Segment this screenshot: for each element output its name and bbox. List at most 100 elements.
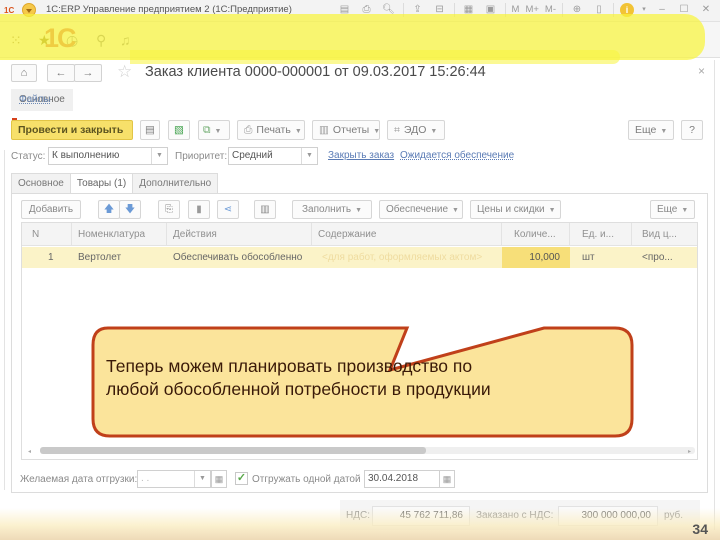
column-header-actions[interactable]: Действия xyxy=(167,223,312,246)
add-row-button[interactable]: Добавить xyxy=(21,200,81,219)
section-panel: ⁙ ★ ◷ ⚲ ♫ xyxy=(0,22,720,58)
cell-price-type[interactable]: <про... xyxy=(632,247,698,268)
memory-plus-button[interactable]: M+ xyxy=(525,2,538,18)
more-button[interactable]: Еще ▼ xyxy=(628,120,674,140)
arrow-up-icon: 🡅 xyxy=(103,204,115,215)
home-button[interactable]: ⌂ xyxy=(11,64,37,82)
memory-m-button[interactable]: M xyxy=(512,2,520,18)
priority-select[interactable]: Средний ▼ xyxy=(228,147,318,165)
ship-one-date-label[interactable]: Отгружать одной датой xyxy=(252,474,361,485)
post-document-icon: ▧ xyxy=(174,124,184,136)
floppy-icon: ▤ xyxy=(145,124,155,136)
print-icon[interactable]: ⎙ xyxy=(359,2,375,18)
ordered-with-vat-value: 300 000 000,00 xyxy=(558,506,658,526)
preview-icon[interactable]: 🔍︎ xyxy=(381,2,397,18)
desired-date-calendar-button[interactable]: ▦ xyxy=(211,470,227,488)
window-title: 1С:ERP Управление предприятием 2 (1С:Пре… xyxy=(46,4,292,15)
status-select[interactable]: К выполнению ▼ xyxy=(48,147,168,165)
form-tab-files[interactable]: Файлы xyxy=(11,89,59,111)
create-based-on-button[interactable]: ⧉ ▼ xyxy=(198,120,230,140)
calendar-icon[interactable]: ▣ xyxy=(483,2,499,18)
chevron-down-icon[interactable]: ▼ xyxy=(194,471,210,487)
notifications-bell-icon[interactable]: ♫ xyxy=(120,33,131,47)
move-down-button[interactable]: 🡇 xyxy=(119,200,141,219)
zoom-in-icon[interactable]: ⊕ xyxy=(569,2,585,18)
close-window-icon[interactable]: ✕ xyxy=(698,2,714,18)
paste-button[interactable]: ▮ xyxy=(188,200,210,219)
ship-date-calendar-button[interactable]: ▦ xyxy=(439,470,455,488)
cell-quantity[interactable]: 10,000 xyxy=(502,247,570,268)
cell-item[interactable]: Вертолет xyxy=(72,247,167,268)
vat-label: НДС: xyxy=(346,510,370,521)
ship-one-date-checkbox[interactable]: ✓ xyxy=(235,472,248,485)
column-header-quantity[interactable]: Количе... xyxy=(502,223,570,246)
post-button[interactable]: ▧ xyxy=(168,120,190,140)
close-order-link[interactable]: Закрыть заказ xyxy=(328,150,394,161)
tab-additional[interactable]: Дополнительно xyxy=(132,173,219,193)
chevron-down-icon: ▼ xyxy=(660,128,668,135)
scroll-left-icon[interactable]: ◂ xyxy=(28,448,31,455)
upload-icon[interactable]: ⇪ xyxy=(410,2,426,18)
chevron-down-icon: ▼ xyxy=(548,207,556,214)
chevron-down-icon: ▼ xyxy=(355,207,363,214)
column-header-price-type[interactable]: Вид ц... xyxy=(632,223,698,246)
scanner-icon[interactable]: ⊟ xyxy=(432,2,448,18)
help-button[interactable]: ? xyxy=(681,120,703,140)
column-header-content[interactable]: Содержание xyxy=(312,223,502,246)
tab-main[interactable]: Основное xyxy=(11,173,71,193)
fill-button[interactable]: Заполнить ▼ xyxy=(292,200,372,219)
table-more-button[interactable]: Еще ▼ xyxy=(650,200,695,219)
barcode-icon: ▥ xyxy=(260,204,270,215)
back-button[interactable]: ← xyxy=(47,64,75,82)
calendar-icon: ▦ xyxy=(442,474,452,484)
memory-minus-button[interactable]: M- xyxy=(545,2,556,18)
split-row-button[interactable]: ⋖ xyxy=(217,200,239,219)
copy-row-button[interactable]: ⎘ xyxy=(158,200,180,219)
info-dropdown-icon[interactable]: ▾ xyxy=(640,2,648,18)
move-up-button[interactable]: 🡅 xyxy=(98,200,120,219)
print-button[interactable]: ⎙ Печать ▼ xyxy=(237,120,305,140)
apps-grid-icon[interactable]: ⁙ xyxy=(10,33,22,47)
close-form-icon[interactable]: × xyxy=(698,64,705,78)
currency-label: руб. xyxy=(664,510,684,521)
ship-date-field[interactable]: 30.04.2018 xyxy=(364,470,440,488)
cell-unit[interactable]: шт xyxy=(570,247,632,268)
column-header-n[interactable]: N xyxy=(22,223,72,246)
reports-button[interactable]: ▥ Отчеты ▼ xyxy=(312,120,380,140)
cell-action[interactable]: Обеспечивать обособленно xyxy=(167,247,312,268)
horizontal-scrollbar[interactable] xyxy=(40,447,695,454)
chevron-down-icon[interactable]: ▼ xyxy=(151,148,167,164)
column-header-unit[interactable]: Ед. и... xyxy=(570,223,632,246)
save-button[interactable]: ▤ xyxy=(140,120,160,140)
favorite-star-icon[interactable]: ☆ xyxy=(117,63,132,81)
edo-button[interactable]: ⌗ ЭДО ▼ xyxy=(387,120,445,140)
chevron-down-icon: ▼ xyxy=(452,207,459,214)
column-header-item[interactable]: Номенклатура xyxy=(72,223,167,246)
table-row[interactable]: 1 Вертолет Обеспечивать обособленно <для… xyxy=(22,247,697,268)
table-header: N Номенклатура Действия Содержание Колич… xyxy=(22,223,697,246)
minimize-icon[interactable]: – xyxy=(654,2,670,18)
supply-button[interactable]: Обеспечение ▼ xyxy=(379,200,463,219)
supply-status-link[interactable]: Ожидается обеспечение xyxy=(400,150,514,161)
save-icon[interactable]: ▤ xyxy=(337,2,353,18)
tab-goods[interactable]: Товары (1) xyxy=(69,173,134,194)
info-icon[interactable]: i xyxy=(620,3,634,17)
chevron-down-icon[interactable]: ▼ xyxy=(301,148,317,164)
main-menu-button[interactable] xyxy=(22,3,36,17)
cell-content[interactable]: <для работ, оформляемых актом> xyxy=(312,247,502,268)
calculator-icon[interactable]: ▦ xyxy=(461,2,477,18)
prices-discounts-button[interactable]: Цены и скидки ▼ xyxy=(470,200,561,219)
forward-button[interactable]: → xyxy=(74,64,102,82)
maximize-icon[interactable]: ☐ xyxy=(676,2,692,18)
scrollbar-thumb[interactable] xyxy=(40,447,427,454)
scroll-right-icon[interactable]: ▸ xyxy=(688,448,691,455)
window-titlebar: 1C 1С:ERP Управление предприятием 2 (1С:… xyxy=(0,0,720,22)
report-icon: ▥ xyxy=(319,124,329,136)
desired-date-field[interactable]: . . ▼ xyxy=(137,470,211,488)
barcode-button[interactable]: ▥ xyxy=(254,200,276,219)
post-and-close-button[interactable]: Провести и закрыть xyxy=(11,120,133,140)
cell-n: 1 xyxy=(48,252,54,263)
status-label: Статус: xyxy=(11,151,46,162)
panels-icon[interactable]: ▯ xyxy=(591,2,607,18)
callout-line-2: любой обособленной потребности в продукц… xyxy=(106,379,491,399)
